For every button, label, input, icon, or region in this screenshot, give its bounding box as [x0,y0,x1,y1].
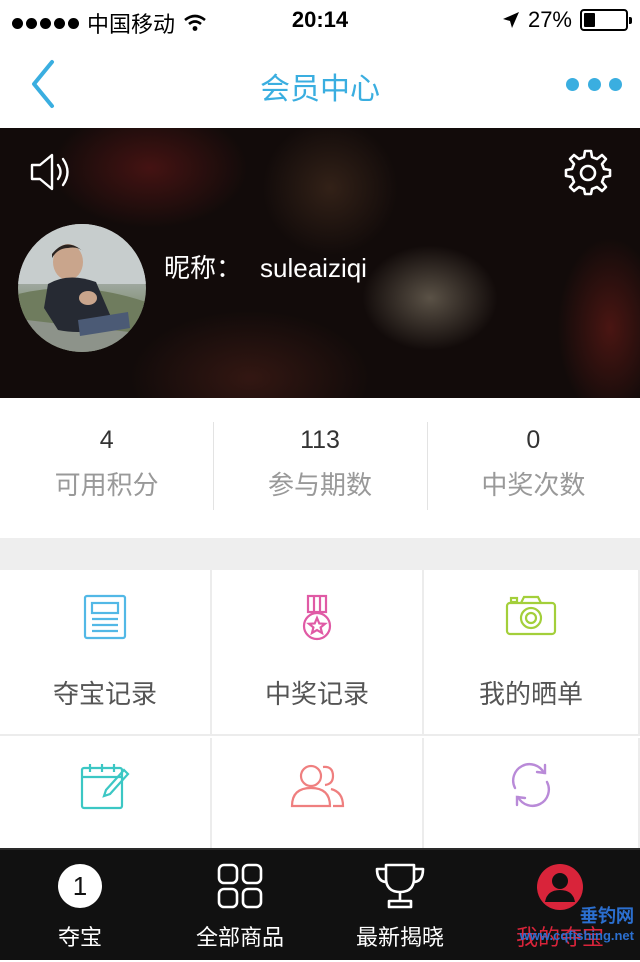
stat-wins[interactable]: 0 中奖次数 [426,398,640,538]
menu-item-win-record[interactable]: 中奖记录 [212,570,424,736]
menu-item-treasure-record[interactable]: 夺宝记录 [0,570,212,736]
tab-treasure[interactable]: 1 夺宝 [0,850,160,962]
page-title: 会员中心 [260,73,380,106]
tab-all-products[interactable]: 全部商品 [160,850,320,962]
number-one-icon: 1 [58,864,102,908]
user-icon [537,864,583,910]
battery-percent: 27% [527,7,572,32]
status-right: 27% [502,7,632,33]
grid-icon [217,863,263,909]
avatar[interactable] [18,224,146,352]
menu-grid: 夺宝记录 中奖记录 我的晒单 [0,570,640,904]
tab-latest-results[interactable]: 最新揭晓 [320,850,480,962]
medal-icon [302,594,332,641]
stat-points[interactable]: 4 可用积分 [0,398,213,538]
speaker-icon[interactable] [28,150,76,194]
watermark-url: www.cqfishing.net [519,928,634,943]
more-dot-icon [609,77,622,91]
stat-label: 可用积分 [54,470,159,500]
friends-icon [290,764,345,808]
menu-item-label: 中奖记录 [264,679,369,709]
news-icon [83,594,127,640]
camera-icon [505,595,557,636]
more-dot-icon [566,77,579,91]
location-arrow-icon [502,12,519,28]
nickname-label: 昵称： [164,253,243,283]
avatar-photo [18,224,146,352]
tab-label: 全部商品 [195,925,284,950]
stat-value: 0 [526,426,541,454]
status-bar: 中国移动 20:14 27% [0,0,640,40]
settings-gear-icon[interactable] [564,148,612,196]
menu-item-my-showcase[interactable]: 我的晒单 [424,570,640,736]
stat-value: 4 [99,426,114,454]
battery-icon [580,9,632,31]
trophy-icon [375,863,425,909]
menu-item-label: 我的晒单 [478,679,583,709]
tab-label: 夺宝 [57,925,102,950]
nav-bar: 会员中心 [0,40,640,128]
menu-item-label: 夺宝记录 [52,679,157,709]
nickname: 昵称： suleaiziqi [164,248,367,285]
stat-value: 113 [300,426,340,454]
stats-bar: 4 可用积分 113 参与期数 0 中奖次数 [0,398,640,538]
profile-header: 昵称： suleaiziqi [0,128,640,398]
stat-label: 参与期数 [267,470,372,500]
svg-text:1: 1 [73,871,87,901]
stat-participations[interactable]: 113 参与期数 [213,398,426,538]
refresh-icon [512,763,550,807]
nickname-value: suleaiziqi [260,253,367,283]
more-dot-icon [587,77,601,91]
stat-label: 中奖次数 [481,470,586,500]
more-menu-button[interactable] [566,66,622,102]
watermark: 垂钓网 www.cqfishing.net [520,906,634,946]
section-divider [0,538,640,570]
edit-calendar-icon [80,764,130,810]
watermark-title: 垂钓网 [580,906,634,926]
tab-label: 最新揭晓 [355,925,444,950]
